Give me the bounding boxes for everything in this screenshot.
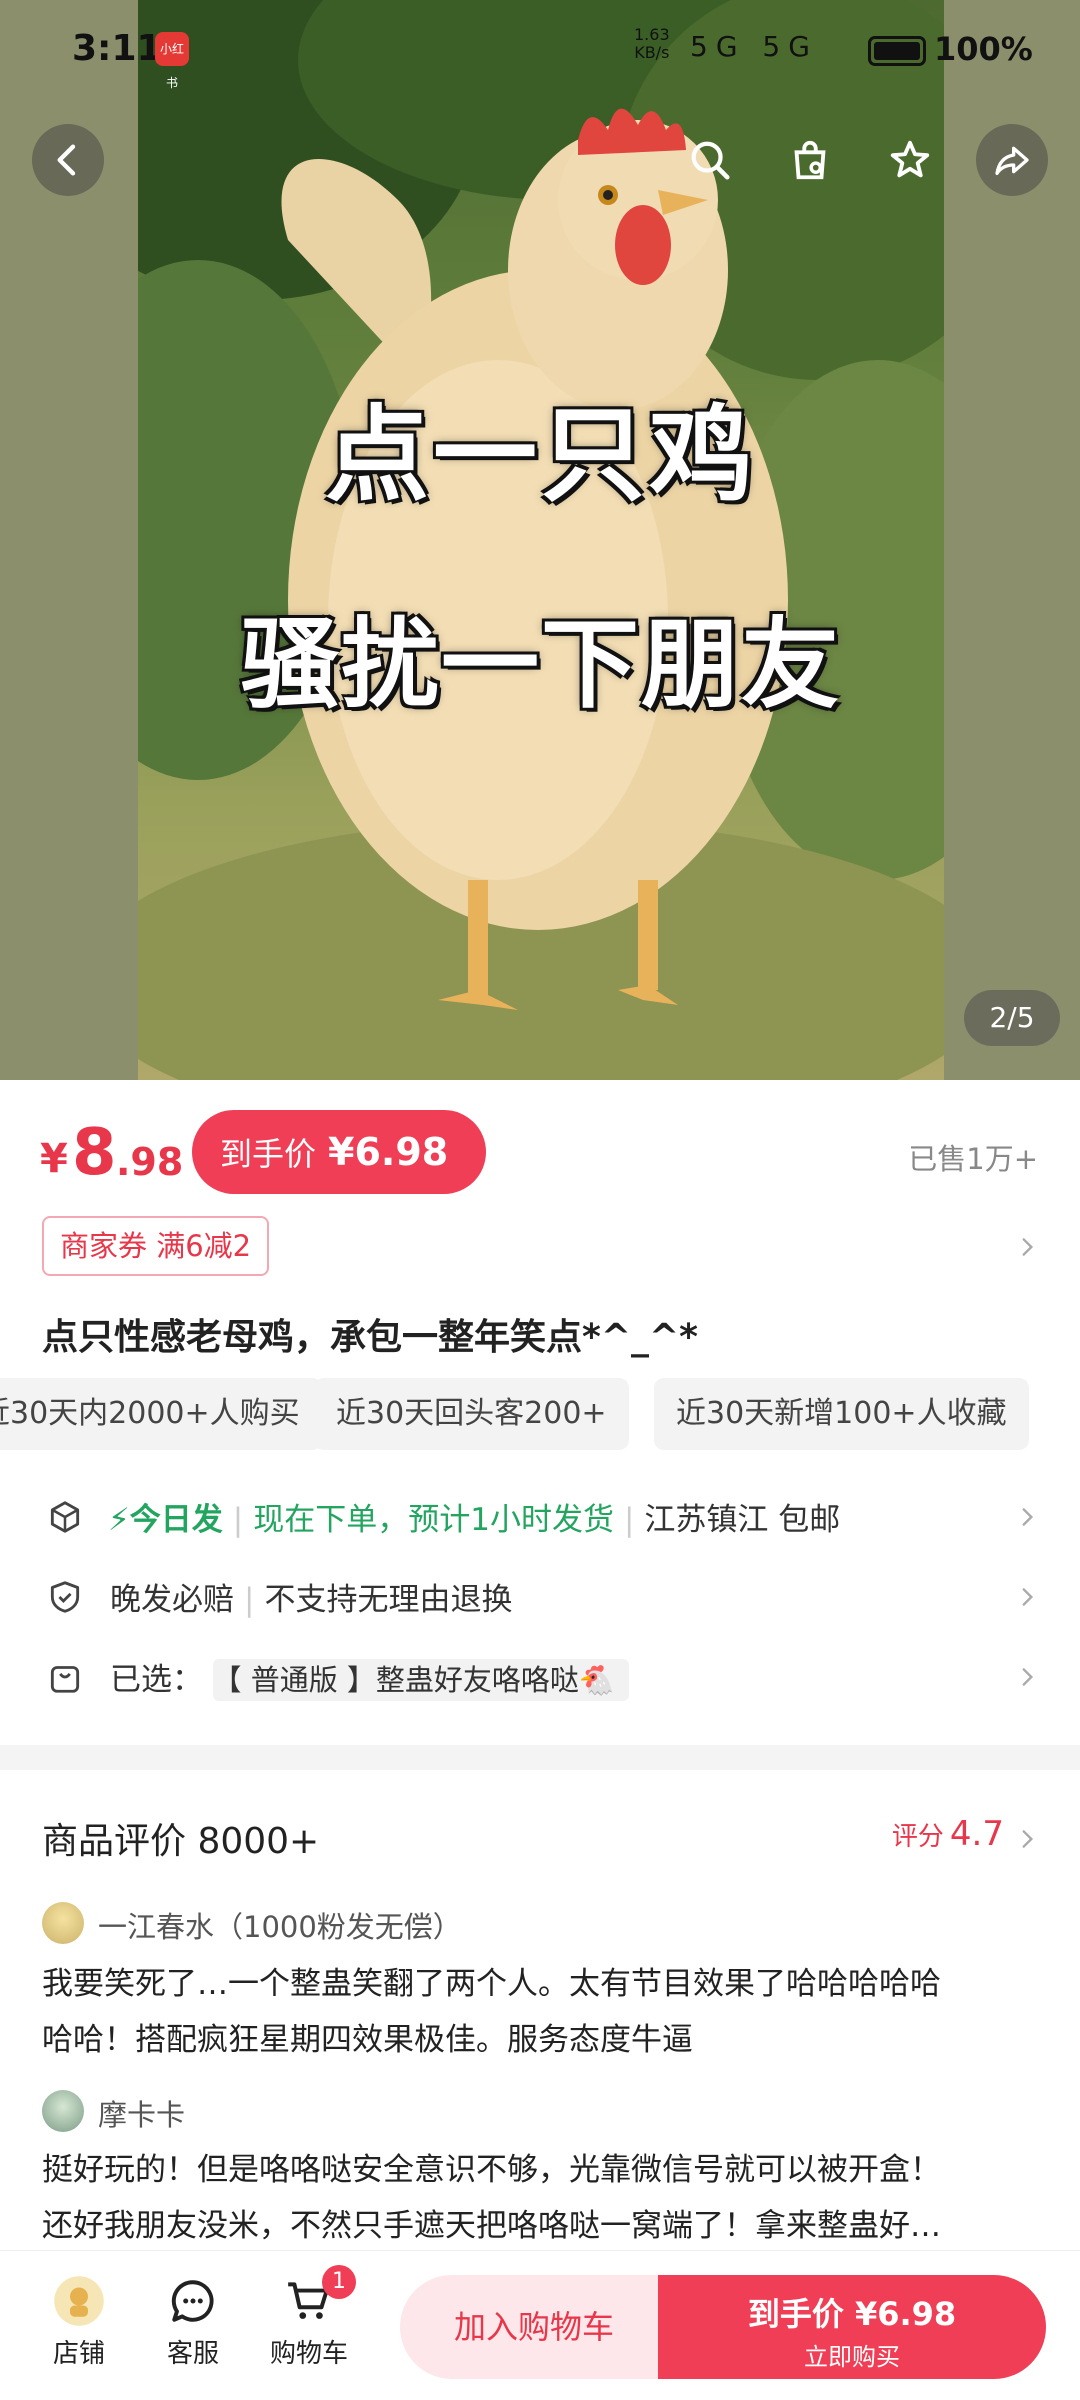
reviews-chevron-icon[interactable] (1014, 1826, 1040, 1852)
shop-button[interactable]: 店铺 (34, 2273, 124, 2370)
overlay-caption-line2: 骚扰一下朋友 (240, 608, 841, 722)
product-title: 点只性感老母鸡，承包一整年笑点*^_^* (42, 1317, 698, 1358)
tag-item: 近30天新增100+人收藏 (654, 1378, 1029, 1450)
final-price-badge: 到手价 ¥6.98 (192, 1110, 486, 1194)
product-gallery[interactable]: 点一只鸡 骚扰一下朋友 3:11 小红书 1.63 KB/s 5G 5G 100%… (0, 0, 1080, 1080)
gallery-pager: 2/5 (964, 990, 1060, 1046)
score-value: 4.7 (949, 1814, 1004, 1854)
review-line: 还好我朋友没米，不然只手遮天把咯咯哒一窝端了！拿来整蛊好… (42, 2208, 941, 2244)
score-label: 评分 (891, 1822, 944, 1852)
search-icon (691, 141, 730, 180)
signal-icons: 5G 5G (690, 30, 818, 63)
share-icon (995, 146, 1029, 175)
favorite-button[interactable] (880, 130, 940, 190)
shipping-row[interactable]: ⚡今日发 | 现在下单，预计1小时发货 | 江苏镇江 包邮 (0, 1482, 1080, 1552)
chat-icon (165, 2273, 221, 2329)
selected-variant: 【 普通版 】整蛊好友咯咯哒🐔 (213, 1659, 630, 1701)
late-delivery-guarantee: 晚发必赔 (110, 1582, 234, 1618)
guarantee-row[interactable]: 晚发必赔 | 不支持无理由退换 (0, 1562, 1080, 1632)
star-icon (890, 140, 930, 178)
buy-price: 到手价 ¥6.98 (747, 2295, 957, 2333)
battery-icon (868, 36, 926, 66)
review-text: 挺好玩的！但是咯咯哒安全意识不够，光靠微信号就可以被开盒！ 还好我朋友没米，不然… (42, 2142, 1042, 2254)
search-button[interactable] (680, 130, 740, 190)
final-price-value: ¥6.98 (328, 1130, 449, 1174)
bag-icon (46, 1658, 84, 1696)
product-info-card: ¥ 8 .98 到手价 ¥6.98 已售1万+ 商家券 满6减2 点只性感老母鸡… (0, 1080, 1080, 1745)
network-speed: 1.63 KB/s (634, 26, 670, 62)
chevron-right-icon (1014, 1504, 1040, 1530)
buy-now-label: 立即购买 (804, 2343, 900, 2371)
ship-today-label: 今日发 (129, 1502, 223, 1538)
buy-now-button[interactable]: 到手价 ¥6.98 立即购买 (658, 2275, 1046, 2379)
shop-bag-button[interactable] (780, 130, 840, 190)
price-decimal: .98 (116, 1140, 184, 1184)
review-line: 哈哈！搭配疯狂星期四效果极佳。服务态度牛逼 (42, 2022, 693, 2058)
coupon-button[interactable]: 商家券 满6减2 (42, 1216, 270, 1276)
price-integer: 8 (72, 1116, 117, 1190)
sold-count: 已售1万+ (908, 1142, 1038, 1176)
reviews-section: 商品评价 8000+ 评分 4.7 一江春水（1000粉发无偿） 我要笑死了…一个… (0, 1770, 1080, 2250)
coupon-chevron-icon[interactable] (1014, 1234, 1040, 1260)
reviewer-name: 摩卡卡 (98, 2098, 186, 2132)
service-label: 客服 (166, 2339, 219, 2369)
share-button[interactable] (976, 124, 1048, 196)
return-policy: 不支持无理由退换 (264, 1582, 513, 1618)
shop-avatar-icon (51, 2273, 107, 2329)
battery-percent: 100% (934, 30, 1033, 68)
lightning-icon: ⚡ (108, 1502, 130, 1538)
add-to-cart-button[interactable]: 加入购物车 (400, 2275, 668, 2379)
net-speed-unit: KB/s (634, 43, 670, 62)
status-time: 3:11 (72, 28, 162, 69)
final-price-label: 到手价 (220, 1135, 317, 1173)
net-speed-value: 1.63 (634, 25, 670, 44)
tag-row[interactable]: 近30天内2000+人购买 近30天回头客200+ 近30天新增100+人收藏 (0, 1378, 1080, 1450)
variant-selector-row[interactable]: 已选： 【 普通版 】整蛊好友咯咯哒🐔 (0, 1642, 1080, 1712)
cart-button[interactable]: 1 购物车 (264, 2265, 356, 2370)
back-button[interactable] (32, 124, 104, 196)
reviewer-name: 一江春水（1000粉发无偿） (98, 1910, 462, 1944)
ship-location: 江苏镇江 包邮 (644, 1502, 841, 1538)
app-badge-icon: 小红书 (155, 32, 189, 90)
avatar (42, 2090, 84, 2132)
review-score[interactable]: 评分 4.7 (892, 1814, 1004, 1854)
back-icon (57, 144, 76, 176)
shield-check-icon (46, 1578, 84, 1616)
tag-item: 近30天内2000+人购买 (0, 1378, 322, 1450)
review-text: 我要笑死了…一个整蛊笑翻了两个人。太有节目效果了哈哈哈哈哈 哈哈！搭配疯狂星期四… (42, 1956, 1042, 2068)
status-bar: 3:11 小红书 1.63 KB/s 5G 5G 100% (0, 18, 1080, 91)
shop-bag-icon (794, 140, 826, 180)
ship-estimate: 现在下单，预计1小时发货 (253, 1502, 614, 1538)
avatar (42, 1902, 84, 1944)
review-line: 我要笑死了…一个整蛊笑翻了两个人。太有节目效果了哈哈哈哈哈 (42, 1966, 941, 2002)
bottom-action-bar: 店铺 客服 1 购物车 加入购物车 到手价 ¥6.98 立即购买 (0, 2250, 1080, 2400)
price-currency: ¥ (40, 1136, 68, 1182)
review-line: 挺好玩的！但是咯咯哒安全意识不够，光靠微信号就可以被开盒！ (42, 2152, 941, 2188)
selected-label: 已选： (110, 1662, 203, 1698)
cart-label: 购物车 (269, 2339, 348, 2369)
chevron-right-icon (1014, 1584, 1040, 1610)
cart-count-badge: 1 (322, 2265, 356, 2299)
tag-item: 近30天回头客200+ (314, 1378, 629, 1450)
chevron-right-icon (1014, 1664, 1040, 1690)
overlay-caption-line1: 点一只鸡 (324, 394, 757, 516)
reviews-title[interactable]: 商品评价 8000+ (42, 1812, 319, 1864)
cube-icon (46, 1498, 84, 1536)
shop-label: 店铺 (52, 2339, 105, 2369)
customer-service-button[interactable]: 客服 (148, 2273, 238, 2370)
